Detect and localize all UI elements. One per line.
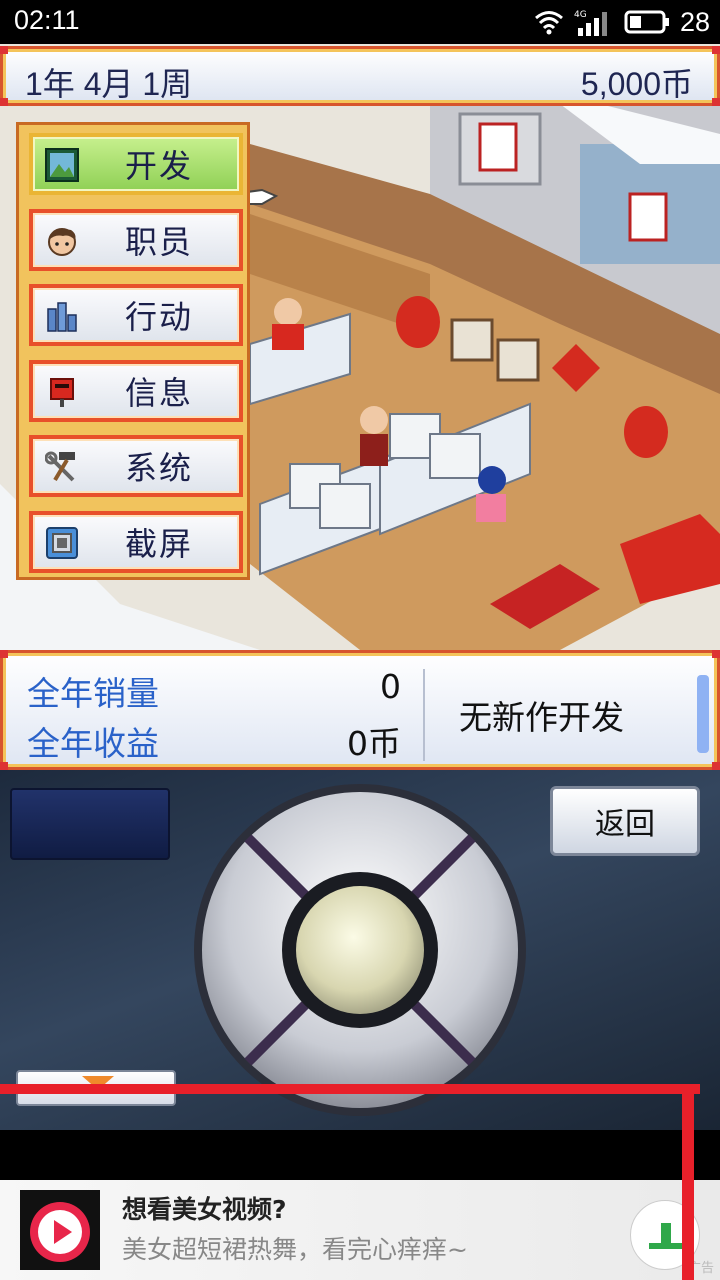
annual-revenue-label: 全年收益 bbox=[27, 724, 159, 763]
main-menu: 开发 职员 行动 信息 系统 截屏 bbox=[16, 122, 250, 580]
clock: 02:11 bbox=[14, 5, 80, 35]
dark-band bbox=[0, 1130, 720, 1180]
menu-item-action[interactable]: 行动 bbox=[29, 284, 243, 347]
frame-corner bbox=[712, 650, 720, 658]
stats-panel: 全年销量 0 全年收益 0币 无新作开发 bbox=[0, 650, 720, 770]
blank-button[interactable] bbox=[10, 788, 170, 860]
menu-item-info[interactable]: 信息 bbox=[29, 359, 243, 422]
network-type: 4G bbox=[574, 10, 587, 20]
frame-corner bbox=[0, 46, 8, 54]
wifi-icon bbox=[534, 11, 563, 35]
battery-level: 28 bbox=[679, 6, 710, 37]
dpad[interactable] bbox=[190, 780, 530, 1120]
ad-app-icon[interactable] bbox=[20, 1190, 100, 1270]
scrollbar[interactable] bbox=[697, 675, 709, 753]
menu-item-label: 截屏 bbox=[124, 524, 193, 563]
frame-corner bbox=[712, 762, 720, 770]
menu-item-label: 信息 bbox=[124, 373, 193, 412]
menu-item-label: 开发 bbox=[124, 147, 193, 185]
menu-item-staff[interactable]: 职员 bbox=[29, 208, 243, 271]
battery-icon bbox=[624, 10, 669, 34]
top-info-bar: 1年 4月 1周 5,000币 bbox=[0, 46, 720, 106]
menu-item-develop[interactable]: 开发 bbox=[29, 133, 243, 195]
menu-item-label: 系统 bbox=[124, 449, 193, 488]
overlay-line-vertical bbox=[682, 1084, 694, 1280]
frame-corner bbox=[712, 46, 720, 54]
play-icon bbox=[30, 1202, 90, 1262]
ad-description[interactable]: 美女超短裙热舞，看完心痒痒~ bbox=[122, 1230, 468, 1266]
game-date: 1年 4月 1周 bbox=[25, 66, 193, 102]
ad-title[interactable]: 想看美女视频? bbox=[122, 1190, 287, 1226]
virtual-controller: 返回 bbox=[0, 770, 720, 1130]
overlay-line-horizontal bbox=[0, 1084, 700, 1094]
menu-item-system[interactable]: 系统 bbox=[29, 435, 243, 498]
annual-sales-label: 全年销量 bbox=[27, 674, 159, 713]
menu-item-screenshot[interactable]: 截屏 bbox=[29, 510, 243, 573]
back-button[interactable]: 返回 bbox=[550, 786, 700, 856]
dev-status: 无新作开发 bbox=[459, 698, 624, 737]
annual-sales-value: 0 bbox=[380, 667, 401, 706]
frame-corner bbox=[0, 650, 8, 658]
annual-revenue-value: 0币 bbox=[347, 724, 401, 763]
confirm-button[interactable] bbox=[296, 886, 424, 1014]
ad-banner[interactable]: 想看美女视频? 美女超短裙热舞，看完心痒痒~ 广告 bbox=[0, 1180, 720, 1280]
signal-icon: 4G bbox=[574, 10, 607, 36]
divider bbox=[423, 669, 425, 761]
money-display: 5,000币 bbox=[580, 66, 693, 102]
frame-corner bbox=[0, 98, 8, 106]
menu-item-label: 行动 bbox=[124, 298, 193, 337]
status-bar: 02:11 4G 28 bbox=[0, 0, 720, 44]
frame-corner bbox=[0, 762, 8, 770]
menu-item-label: 职员 bbox=[124, 222, 193, 261]
frame-corner bbox=[712, 98, 720, 106]
